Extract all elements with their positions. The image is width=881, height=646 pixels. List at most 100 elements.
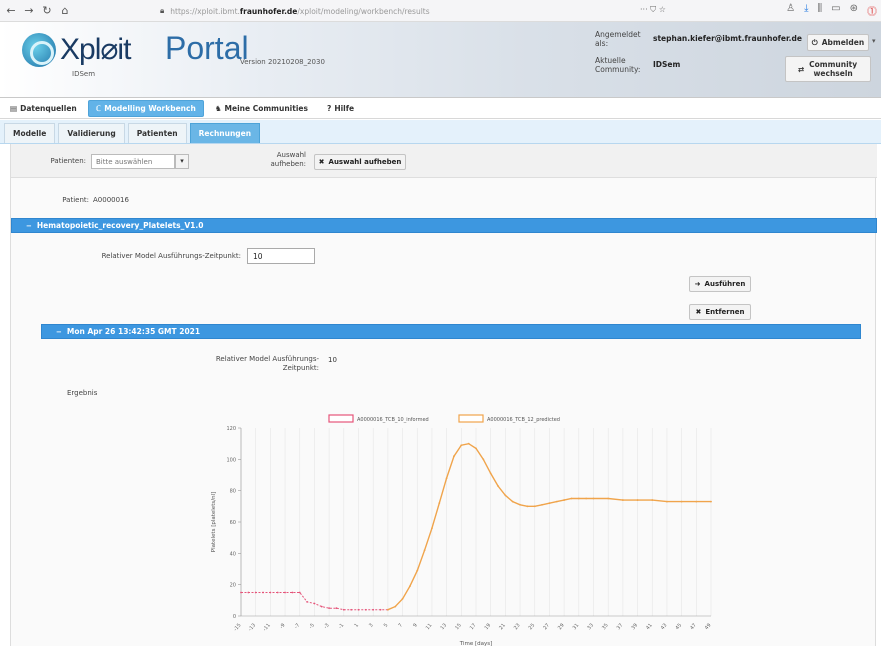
collapse-icon: −: [26, 221, 32, 230]
x-tick-label: -1: [338, 622, 346, 630]
remove-button[interactable]: ✖ Entfernen: [689, 304, 751, 320]
tab-rechnungen[interactable]: Rechnungen: [189, 123, 261, 143]
data-point: [394, 605, 397, 608]
menu-datenquellen[interactable]: ▤ Datenquellen: [2, 100, 85, 117]
collapse-icon: −: [56, 327, 62, 336]
x-tick-label: 19: [484, 622, 493, 631]
patient-filter-row: Patienten: Bitte auswählen ▾ Auswahl auf…: [11, 144, 877, 178]
patient-filter-label: Patienten:: [50, 157, 86, 165]
close-icon: ✖: [318, 158, 325, 166]
run-button[interactable]: ➜ Ausführen: [689, 276, 751, 292]
xploit-logo[interactable]: Xpl⌀it: [22, 32, 131, 67]
data-point: [592, 497, 595, 500]
x-tick-label: 3: [368, 622, 375, 628]
menu-label: Modelling Workbench: [104, 104, 196, 113]
data-point: [607, 497, 610, 500]
download-icon[interactable]: ⤓: [804, 3, 808, 18]
community-icon: ♞: [214, 104, 222, 113]
x-tick-label: 5: [383, 622, 390, 628]
data-point: [269, 591, 272, 594]
portal-title: Portal: [165, 30, 249, 66]
x-tick-label: -9: [279, 622, 287, 630]
x-tick-label: 7: [397, 622, 404, 628]
x-tick-label: 41: [645, 622, 654, 631]
database-icon: ▤: [10, 104, 18, 113]
url-suffix: /xploit/modeling/workbench/results: [297, 6, 430, 16]
page-actions[interactable]: ··· ⛉ ☆: [640, 5, 666, 15]
home-icon[interactable]: ⌂: [58, 4, 72, 18]
menu-modelling-workbench[interactable]: ℂ Modelling Workbench: [87, 100, 204, 117]
data-point: [247, 591, 250, 594]
community-value: IDSem: [653, 60, 681, 69]
tab-validierung[interactable]: Validierung: [58, 123, 125, 143]
menu-hilfe[interactable]: ? Hilfe: [319, 100, 362, 117]
y-tick-label: 40: [230, 551, 236, 557]
data-point: [291, 591, 294, 594]
forward-icon[interactable]: →: [22, 4, 36, 18]
x-tick-label: 39: [630, 622, 639, 631]
data-point: [342, 608, 345, 611]
data-point: [416, 569, 419, 572]
run-time-label: Relativer Model Ausführungs-Zeitpunkt:: [101, 252, 241, 260]
data-point: [489, 472, 492, 475]
patient-select[interactable]: Bitte auswählen: [91, 154, 175, 169]
remove-button-label: Entfernen: [705, 308, 745, 316]
result-section-header[interactable]: − Mon Apr 26 13:42:35 GMT 2021: [41, 324, 861, 339]
tab-modelle[interactable]: Modelle: [4, 123, 56, 143]
data-point: [636, 499, 639, 501]
run-time-input[interactable]: 10: [247, 248, 315, 264]
data-point: [276, 591, 279, 594]
data-point: [666, 500, 668, 503]
data-point: [453, 455, 455, 458]
data-point: [320, 605, 323, 608]
reload-icon[interactable]: ↻: [40, 4, 54, 18]
y-tick-label: 0: [233, 614, 236, 620]
x-tick-label: 43: [660, 622, 669, 631]
chevron-down-icon[interactable]: ▾: [175, 154, 189, 169]
main-content: Patienten: Bitte auswählen ▾ Auswahl auf…: [10, 144, 877, 646]
clear-selection-button[interactable]: ✖ Auswahl aufheben: [314, 154, 406, 170]
data-point: [409, 585, 411, 588]
model-section-header[interactable]: − Hematopoietic_recovery_Platelets_V1.0: [11, 218, 877, 233]
main-menu: ▤ Datenquellen ℂ Modelling Workbench ♞ M…: [0, 99, 881, 119]
data-point: [710, 500, 712, 503]
data-point: [548, 502, 551, 505]
library-icon[interactable]: ⫼: [818, 3, 823, 18]
y-tick-label: 20: [230, 583, 236, 589]
data-point: [526, 505, 529, 508]
logged-in-user: stephan.kiefer@ibmt.fraunhofer.de: [653, 34, 802, 43]
clear-selection-text: Auswahl aufheben: [328, 158, 402, 166]
result-time-label: Relativer Model Ausführungs-Zeitpunkt:: [215, 355, 319, 372]
legend-label: A0000016_TCB_10_informed: [357, 417, 429, 423]
logout-label: Abmelden: [821, 38, 865, 47]
result-time-value: 10: [328, 356, 337, 364]
x-tick-label: 15: [454, 622, 463, 631]
data-point: [467, 442, 470, 445]
y-tick-label: 60: [230, 520, 236, 526]
y-axis-label: Platelets [platelets/nl]: [211, 492, 217, 552]
url-bar[interactable]: 🔒︎ https://xploit.ibmt. fraunhofer.de /x…: [160, 3, 720, 19]
lock-icon: 🔒︎: [160, 6, 165, 15]
menu-meine-communities[interactable]: ♞ Meine Communities: [207, 100, 316, 117]
data-point: [621, 499, 624, 501]
logout-dropdown-icon[interactable]: ▾: [872, 37, 876, 45]
data-point: [284, 591, 286, 594]
extension-icon[interactable]: ⊛: [850, 3, 858, 18]
alert-icon[interactable]: ⓵: [867, 3, 877, 18]
community-switch-button[interactable]: ⇄ Community wechseln: [785, 56, 871, 82]
back-icon[interactable]: ←: [4, 4, 18, 18]
logo-emblem-icon: [22, 32, 56, 67]
url-prefix: https://xploit.ibmt.: [170, 6, 240, 16]
data-point: [431, 527, 433, 530]
logout-button[interactable]: ⏻ Abmelden: [807, 34, 869, 51]
sidebar-icon[interactable]: ▭: [831, 3, 840, 18]
x-tick-label: 13: [439, 622, 448, 631]
data-point: [306, 601, 308, 603]
data-point: [240, 591, 242, 594]
data-point: [585, 497, 588, 500]
account-icon[interactable]: ♙: [786, 3, 795, 18]
data-point: [504, 494, 507, 497]
data-point: [651, 499, 654, 501]
x-tick-label: 11: [425, 622, 434, 631]
tab-patienten[interactable]: Patienten: [127, 123, 187, 143]
